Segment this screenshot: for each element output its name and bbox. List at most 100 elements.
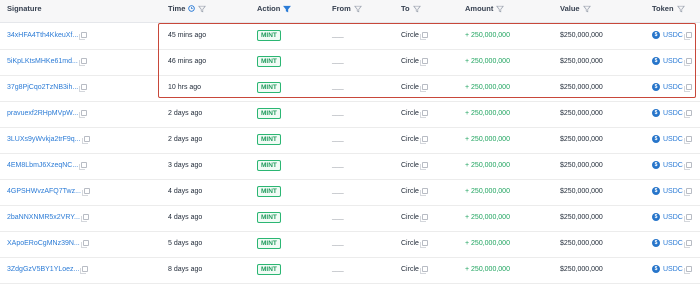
copy-icon[interactable] [419, 84, 428, 93]
table-row[interactable]: 4EM8LbmJ6XzeqNC... 3 days ago MINT ___ C… [0, 152, 700, 180]
action-badge: MINT [257, 159, 281, 171]
copy-icon[interactable] [419, 32, 428, 41]
action-cell: MINT [257, 256, 281, 283]
table-row[interactable]: 34xHFA4Tth4KkeuXf... 45 mins ago MINT __… [0, 22, 700, 50]
header-value[interactable]: Value [560, 4, 591, 13]
token-link[interactable]: USDC [663, 266, 683, 273]
value-text: $250,000,000 [560, 161, 603, 169]
from-text: ___ [332, 265, 344, 273]
token-link[interactable]: USDC [663, 162, 683, 169]
copy-icon[interactable] [683, 136, 692, 145]
to-text[interactable]: Circle [401, 214, 419, 221]
copy-icon[interactable] [683, 32, 692, 41]
action-badge: MINT [257, 55, 281, 67]
token-link[interactable]: USDC [663, 136, 683, 143]
copy-icon[interactable] [683, 110, 692, 119]
copy-icon[interactable] [81, 188, 90, 197]
to-text[interactable]: Circle [401, 266, 419, 273]
copy-icon[interactable] [78, 58, 87, 67]
copy-icon[interactable] [683, 214, 692, 223]
table-row[interactable]: 2baNNXNMR5x2VRY... 4 days ago MINT ___ C… [0, 204, 700, 232]
signature-link[interactable]: 2baNNXNMR5x2VRY... [7, 214, 80, 221]
copy-icon[interactable] [419, 58, 428, 67]
copy-icon[interactable] [683, 84, 692, 93]
amount-cell: + 250,000,000 [465, 204, 510, 231]
copy-icon[interactable] [683, 266, 692, 275]
copy-icon[interactable] [81, 136, 90, 145]
copy-icon[interactable] [419, 136, 428, 145]
action-badge: MINT [257, 211, 281, 223]
action-cell: MINT [257, 152, 281, 179]
time-cell: 5 days ago [168, 230, 202, 257]
table-row[interactable]: 5iKpLKtsMHKe61md... 46 mins ago MINT ___… [0, 48, 700, 76]
to-text[interactable]: Circle [401, 58, 419, 65]
to-text[interactable]: Circle [401, 84, 419, 91]
copy-icon[interactable] [683, 162, 692, 171]
filter-icon[interactable] [198, 5, 207, 13]
header-action[interactable]: Action [257, 4, 292, 13]
token-link[interactable]: USDC [663, 84, 683, 91]
header-from[interactable]: From [332, 4, 362, 13]
copy-icon[interactable] [79, 110, 88, 119]
header-token[interactable]: Token [652, 4, 685, 13]
copy-icon[interactable] [419, 110, 428, 119]
token-link[interactable]: USDC [663, 188, 683, 195]
time-cell: 4 days ago [168, 178, 202, 205]
table-row[interactable]: 3LUXs9yWvkja2trF9q... 2 days ago MINT __… [0, 126, 700, 154]
copy-icon[interactable] [683, 188, 692, 197]
copy-icon[interactable] [419, 266, 428, 275]
copy-icon[interactable] [80, 266, 89, 275]
copy-icon[interactable] [419, 162, 428, 171]
to-text[interactable]: Circle [401, 110, 419, 117]
signature-link[interactable]: 4GPSHWvzAFQ7Twz... [7, 188, 81, 195]
table-row[interactable]: pravuexf2RHpMVpW... 2 days ago MINT ___ … [0, 100, 700, 128]
filter-icon[interactable] [412, 5, 421, 13]
token-link[interactable]: USDC [663, 58, 683, 65]
copy-icon[interactable] [419, 214, 428, 223]
filter-active-icon[interactable] [283, 5, 292, 13]
signature-link[interactable]: 3LUXs9yWvkja2trF9q... [7, 136, 81, 143]
copy-icon[interactable] [683, 240, 692, 249]
signature-link[interactable]: XApoERoCgMNz39N... [7, 240, 80, 247]
table-row[interactable]: XApoERoCgMNz39N... 5 days ago MINT ___ C… [0, 230, 700, 258]
copy-icon[interactable] [80, 240, 89, 249]
to-text[interactable]: Circle [401, 32, 419, 39]
token-link[interactable]: USDC [663, 32, 683, 39]
header-to[interactable]: To [401, 4, 421, 13]
table-row[interactable]: 3ZdgGzV5BY1YLoez... 8 days ago MINT ___ … [0, 256, 700, 284]
filter-icon[interactable] [496, 5, 505, 13]
table-row[interactable]: 4GPSHWvzAFQ7Twz... 4 days ago MINT ___ C… [0, 178, 700, 206]
value-cell: $250,000,000 [560, 204, 603, 231]
to-text[interactable]: Circle [401, 188, 419, 195]
filter-icon[interactable] [676, 5, 685, 13]
token-link[interactable]: USDC [663, 110, 683, 117]
filter-icon[interactable] [353, 5, 362, 13]
signature-link[interactable]: 5iKpLKtsMHKe61md... [7, 58, 78, 65]
copy-icon[interactable] [419, 240, 428, 249]
copy-icon[interactable] [79, 84, 88, 93]
to-cell: Circle [401, 178, 428, 205]
signature-link[interactable]: 3ZdgGzV5BY1YLoez... [7, 266, 79, 273]
table-row[interactable]: 37g8PjCqo2TzNB3ih... 10 hrs ago MINT ___… [0, 74, 700, 102]
header-amount[interactable]: Amount [465, 4, 505, 13]
token-link[interactable]: USDC [663, 214, 683, 221]
to-text[interactable]: Circle [401, 136, 419, 143]
copy-icon[interactable] [683, 58, 692, 67]
copy-icon[interactable] [80, 214, 89, 223]
signature-link[interactable]: 37g8PjCqo2TzNB3ih... [7, 84, 78, 91]
filter-icon[interactable] [582, 5, 591, 13]
header-time[interactable]: Time [168, 4, 207, 13]
copy-icon[interactable] [79, 32, 88, 41]
signature-cell: 3LUXs9yWvkja2trF9q... [7, 126, 90, 153]
token-link[interactable]: USDC [663, 240, 683, 247]
signature-link[interactable]: pravuexf2RHpMVpW... [7, 110, 78, 117]
clock-icon[interactable] [188, 5, 196, 12]
copy-icon[interactable] [79, 162, 88, 171]
to-text[interactable]: Circle [401, 240, 419, 247]
signature-link[interactable]: 4EM8LbmJ6XzeqNC... [7, 162, 78, 169]
signature-cell: pravuexf2RHpMVpW... [7, 100, 88, 127]
token-cell: $ USDC [652, 256, 692, 283]
to-text[interactable]: Circle [401, 162, 419, 169]
signature-link[interactable]: 34xHFA4Tth4KkeuXf... [7, 32, 78, 39]
copy-icon[interactable] [419, 188, 428, 197]
